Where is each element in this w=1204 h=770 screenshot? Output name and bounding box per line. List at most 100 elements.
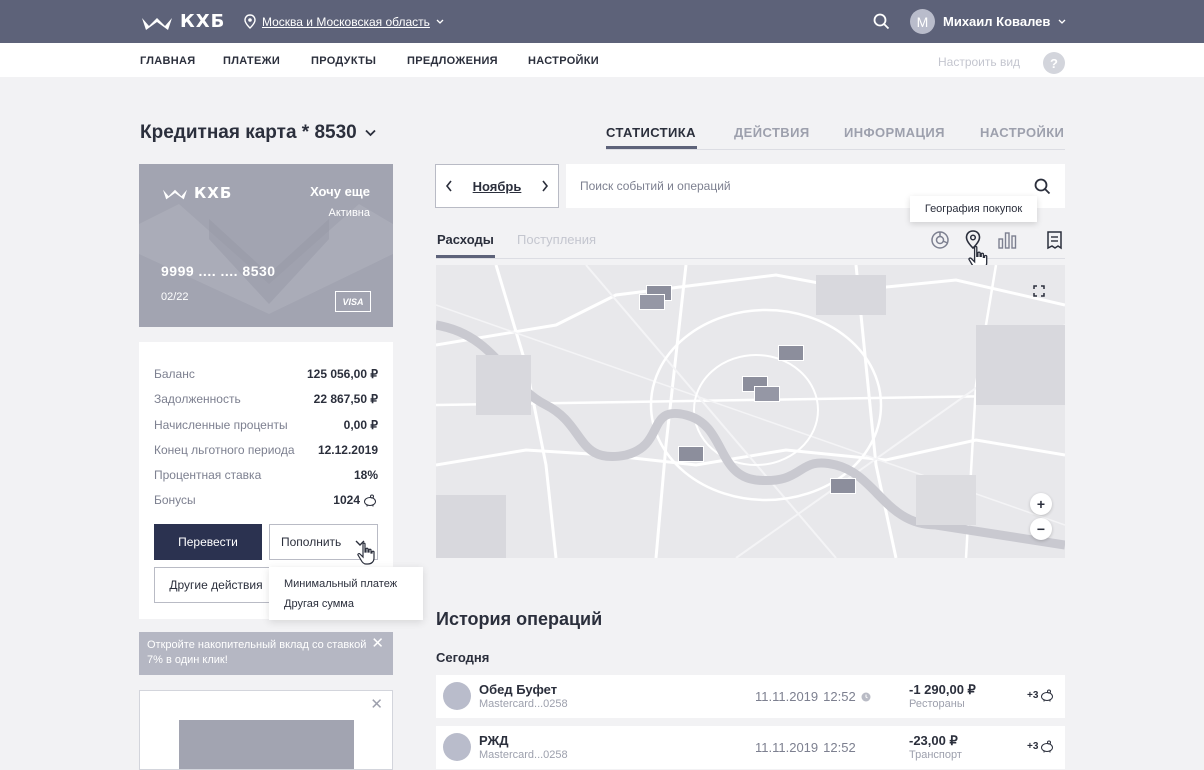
bonus-amount: +3 bbox=[1027, 741, 1039, 752]
card-status: Активна bbox=[328, 207, 371, 219]
transaction-marker[interactable] bbox=[639, 294, 665, 310]
piggy-bank-icon bbox=[364, 494, 376, 506]
transaction-category: Транспорт bbox=[909, 749, 962, 761]
main-nav: ГЛАВНАЯ ПЛАТЕЖИ ПРОДУКТЫ ПРЕДЛОЖЕНИЯ НАС… bbox=[0, 43, 1204, 77]
card-logo-text: КХБ bbox=[194, 184, 233, 202]
donut-chart-icon[interactable] bbox=[930, 229, 950, 251]
zoom-in-button[interactable]: + bbox=[1030, 493, 1052, 515]
transaction-row[interactable]: Обед Буфет Mastercard...0258 11.11.2019 … bbox=[436, 675, 1065, 718]
transaction-row[interactable]: РЖД Mastercard...0258 11.11.2019 12:52 -… bbox=[436, 726, 1065, 769]
close-icon[interactable]: ✕ bbox=[370, 695, 383, 713]
ad-banner[interactable]: ✕ bbox=[139, 690, 393, 770]
fullscreen-icon[interactable] bbox=[1033, 285, 1045, 297]
nav-item-offers[interactable]: ПРЕДЛОЖЕНИЯ bbox=[407, 55, 498, 67]
transaction-bonus: +3 bbox=[1027, 740, 1055, 753]
chevron-down-icon bbox=[365, 129, 376, 137]
tab-income[interactable]: Поступления bbox=[517, 232, 596, 247]
piggy-bank-icon bbox=[1041, 689, 1054, 702]
piggy-bank-icon bbox=[1041, 740, 1054, 753]
page-title: Кредитная карта * 8530 bbox=[140, 122, 357, 143]
region-selector[interactable]: Москва и Московская область bbox=[244, 14, 444, 29]
info-label: Баланс bbox=[154, 367, 195, 381]
user-name: Михаил Ковалев bbox=[943, 14, 1051, 29]
transaction-card: Mastercard...0258 bbox=[479, 698, 568, 710]
transaction-time: 12:52 bbox=[823, 689, 856, 704]
search-icon[interactable] bbox=[1034, 178, 1051, 195]
dropdown-item-minimum-payment[interactable]: Минимальный платеж bbox=[284, 575, 423, 595]
info-label: Бонусы bbox=[154, 493, 196, 507]
info-row-grace-period: Конец льготного периода 12.12.2019 bbox=[154, 443, 378, 457]
purchases-map[interactable]: + − bbox=[436, 265, 1065, 558]
search-button[interactable] bbox=[873, 13, 890, 35]
transaction-category: Рестораны bbox=[909, 698, 965, 710]
info-label: Конец льготного периода bbox=[154, 443, 295, 457]
topup-dropdown: Минимальный платеж Другая сумма bbox=[269, 567, 423, 620]
help-button[interactable]: ? bbox=[1043, 52, 1065, 74]
bar-chart-icon[interactable] bbox=[997, 229, 1017, 251]
nav-item-settings[interactable]: НАСТРОЙКИ bbox=[528, 55, 599, 67]
nav-item-products[interactable]: ПРОДУКТЫ bbox=[311, 55, 376, 67]
chevron-right-icon[interactable] bbox=[541, 180, 549, 192]
info-value: 0,00 ₽ bbox=[343, 418, 378, 432]
tooltip: География покупок bbox=[910, 196, 1037, 222]
bank-card[interactable]: КХБ Хочу еще Активна 9999 .... .... 8530… bbox=[139, 164, 393, 327]
dropdown-item-other-amount[interactable]: Другая сумма bbox=[284, 595, 423, 615]
tab-settings[interactable]: НАСТРОЙКИ bbox=[980, 125, 1064, 140]
tab-actions[interactable]: ДЕЙСТВИЯ bbox=[734, 125, 810, 140]
transaction-datetime: 11.11.2019 12:52 bbox=[755, 740, 856, 755]
info-label: Задолженность bbox=[154, 392, 241, 406]
transaction-marker[interactable] bbox=[778, 345, 804, 361]
month-label[interactable]: Ноябрь bbox=[473, 179, 522, 194]
promo-banner[interactable]: Откройте накопительный вклад со ставкой … bbox=[139, 632, 393, 675]
nav-item-payments[interactable]: ПЛАТЕЖИ bbox=[223, 55, 280, 67]
user-menu[interactable]: М Михаил Ковалев bbox=[910, 9, 1066, 34]
transaction-name: РЖД bbox=[479, 733, 509, 748]
info-label: Начисленные проценты bbox=[154, 418, 288, 432]
merchant-avatar bbox=[443, 682, 471, 710]
zoom-out-button[interactable]: − bbox=[1030, 518, 1052, 540]
avatar: М bbox=[910, 9, 935, 34]
bank-logo-icon bbox=[142, 17, 172, 30]
bank-logo[interactable]: КХБ bbox=[140, 11, 225, 32]
hand-cursor-icon bbox=[357, 542, 375, 565]
bonus-amount: +3 bbox=[1027, 690, 1039, 701]
transaction-time: 12:52 bbox=[823, 740, 856, 755]
info-row-rate: Процентная ставка 18% bbox=[154, 468, 378, 482]
close-icon[interactable]: ✕ bbox=[371, 636, 384, 651]
info-value: 22 867,50 ₽ bbox=[313, 392, 378, 406]
bank-logo-icon bbox=[163, 189, 187, 200]
transaction-card: Mastercard...0258 bbox=[479, 749, 568, 761]
info-row-bonuses: Бонусы 1024 bbox=[154, 493, 378, 507]
transaction-bonus: +3 bbox=[1027, 689, 1055, 702]
other-actions-button[interactable]: Другие действия bbox=[154, 567, 278, 603]
tab-statistics[interactable]: СТАТИСТИКА bbox=[606, 125, 696, 140]
transaction-marker[interactable] bbox=[678, 446, 704, 462]
group-label-today: Сегодня bbox=[436, 650, 490, 665]
nav-item-home[interactable]: ГЛАВНАЯ bbox=[140, 55, 195, 67]
ad-image bbox=[179, 720, 354, 769]
chevron-down-icon bbox=[436, 19, 444, 24]
visa-logo: VISA bbox=[335, 291, 371, 312]
search-icon bbox=[873, 13, 890, 30]
tabs-divider bbox=[606, 149, 1065, 150]
promo-text: Откройте накопительный вклад со ставкой … bbox=[147, 639, 367, 666]
card-selector[interactable]: Кредитная карта * 8530 bbox=[140, 122, 376, 144]
region-label: Москва и Московская область bbox=[262, 14, 430, 29]
configure-view-link[interactable]: Настроить вид bbox=[938, 55, 1020, 69]
transaction-name: Обед Буфет bbox=[479, 682, 558, 697]
info-row-debt: Задолженность 22 867,50 ₽ bbox=[154, 392, 378, 406]
chevron-left-icon[interactable] bbox=[445, 180, 453, 192]
tab-information[interactable]: ИНФОРМАЦИЯ bbox=[844, 125, 945, 140]
transaction-marker[interactable] bbox=[754, 386, 780, 402]
clock-icon bbox=[861, 692, 871, 701]
month-switcher: Ноябрь bbox=[435, 164, 559, 208]
transaction-marker[interactable] bbox=[830, 478, 856, 494]
search-placeholder: Поиск событий и операций bbox=[580, 179, 731, 193]
bonus-value: 1024 bbox=[333, 493, 360, 507]
transaction-amount: -23,00 ₽ bbox=[909, 733, 958, 748]
topup-label: Пополнить bbox=[281, 535, 342, 549]
transfer-button[interactable]: Перевести bbox=[154, 524, 262, 560]
tab-expenses[interactable]: Расходы bbox=[437, 232, 494, 247]
report-icon[interactable] bbox=[1044, 229, 1064, 251]
topup-button[interactable]: Пополнить bbox=[269, 524, 378, 565]
